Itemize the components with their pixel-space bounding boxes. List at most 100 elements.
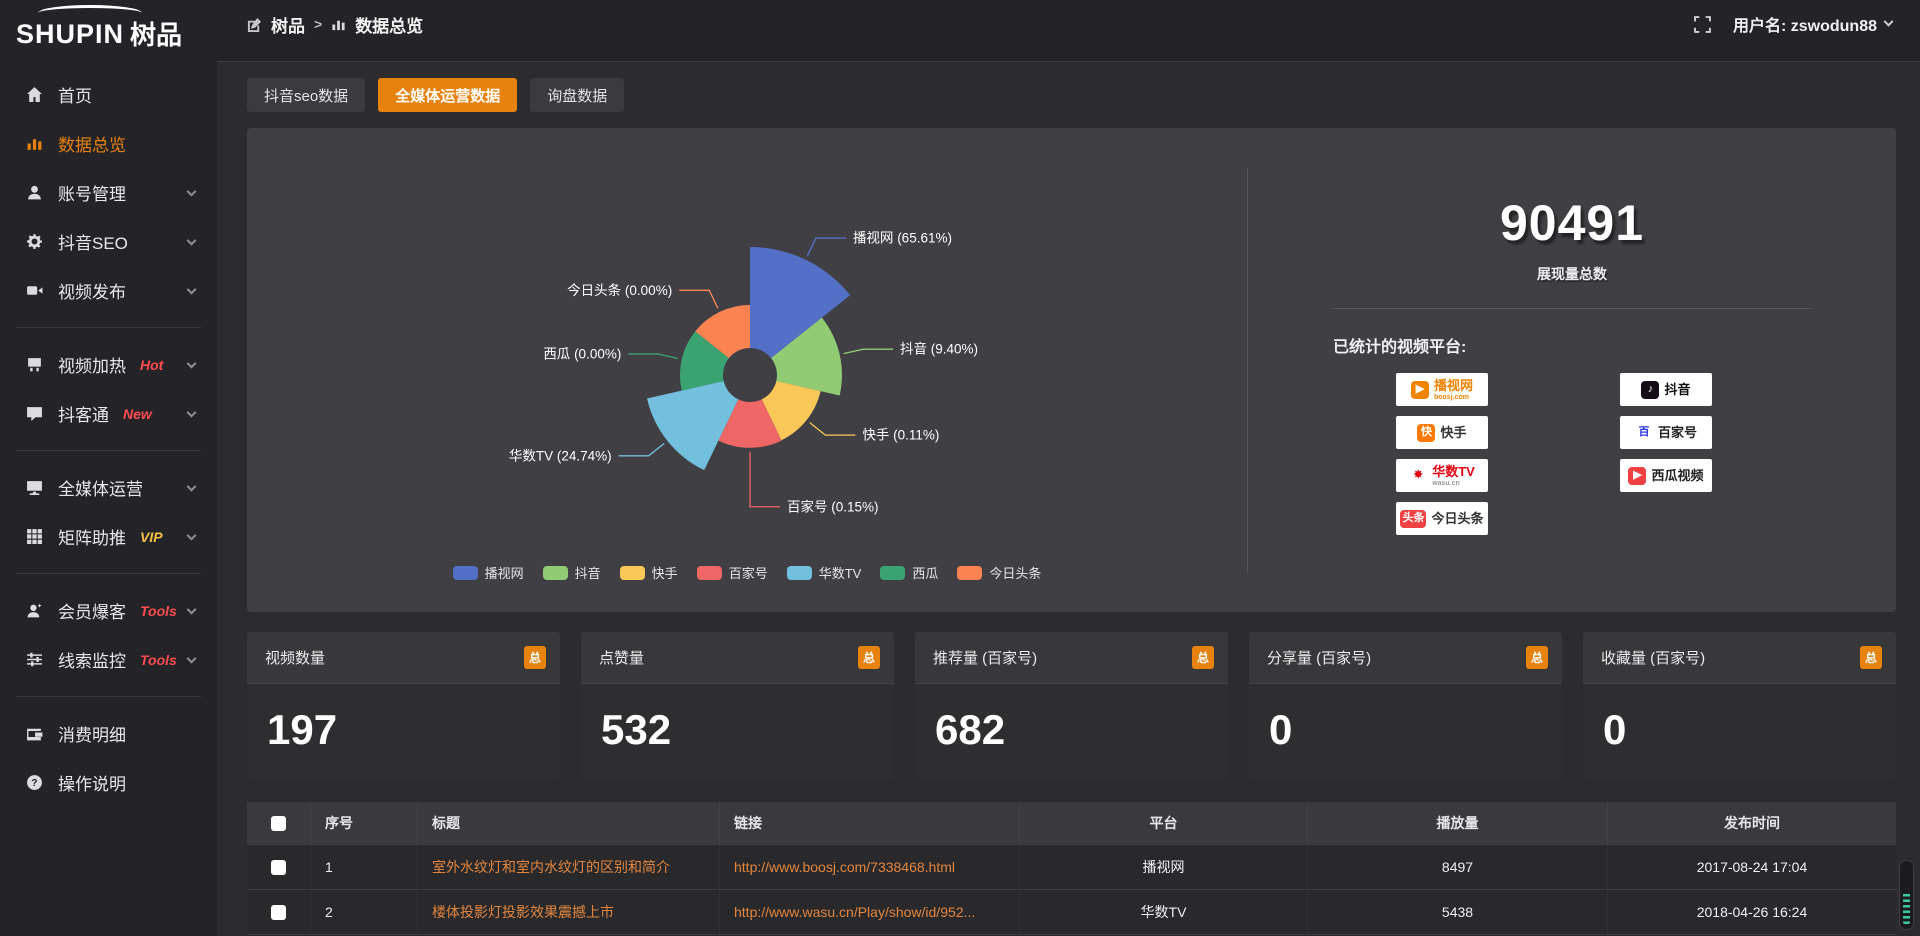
rose-chart-area: 播视网 (65.61%)抖音 (9.40%)快手 (0.11%)百家号 (0.1… — [247, 128, 1247, 612]
video-title-link[interactable]: 室外水纹灯和室内水纹灯的区别和简介 — [418, 845, 720, 889]
row-publish-time: 2017-08-24 17:04 — [1608, 845, 1896, 889]
chevron-down-icon — [187, 358, 197, 368]
legend-item[interactable]: 今日头条 — [957, 563, 1041, 582]
table-row: 2 楼体投影灯投影效果震撼上市 http://www.wasu.cn/Play/… — [247, 889, 1896, 934]
data-tabs: 抖音seo数据 全媒体运营数据 询盘数据 — [247, 78, 1896, 112]
breadcrumb-current[interactable]: 数据总览 — [355, 12, 423, 37]
legend-swatch — [697, 566, 722, 580]
sidebar-item-data-overview[interactable]: 数据总览 — [0, 119, 217, 168]
legend-label: 播视网 — [485, 563, 524, 582]
sidebar-item-label: 账号管理 — [58, 180, 126, 205]
tools-badge: Tools — [140, 652, 177, 668]
platform-name: 快手 — [1440, 426, 1466, 439]
legend-swatch — [620, 566, 645, 580]
pie-slice-label: 华数TV (24.74%) — [509, 448, 612, 463]
scroll-indicator[interactable] — [1899, 860, 1914, 930]
breadcrumb-home[interactable]: 树品 — [271, 12, 305, 37]
total-impressions-value: 90491 — [1248, 194, 1896, 252]
sidebar-item-label: 全媒体运营 — [58, 475, 143, 500]
legend-item[interactable]: 西瓜 — [880, 563, 938, 582]
toutiao-logo-icon: 头条 — [1400, 510, 1426, 528]
pie-slice[interactable] — [647, 381, 738, 470]
sidebar-item-account-management[interactable]: 账号管理 — [0, 168, 217, 217]
legend-label: 今日头条 — [989, 563, 1041, 582]
column-header-title: 标题 — [418, 802, 720, 844]
stat-card-recommendations: 推荐量 (百家号)总 682 — [915, 632, 1228, 780]
sidebar-item-label: 操作说明 — [58, 770, 126, 795]
row-publish-time: 2018-04-26 16:24 — [1608, 890, 1896, 934]
platform-name: 西瓜视频 — [1651, 469, 1703, 482]
legend-swatch — [880, 566, 905, 580]
pie-slice-label: 快手 (0.11%) — [862, 428, 939, 443]
video-url-link[interactable]: http://www.boosj.com/7338468.html — [720, 845, 1020, 889]
label-leader-line — [844, 349, 893, 353]
topbar: 树品 > 数据总览 用户名: zswodun88 — [217, 0, 1920, 62]
stat-value: 0 — [1603, 706, 1896, 754]
tab-inquiry-data[interactable]: 询盘数据 — [530, 78, 624, 112]
legend-item[interactable]: 华数TV — [787, 563, 862, 582]
legend-label: 快手 — [652, 563, 678, 582]
label-leader-line — [750, 452, 780, 507]
video-url-link[interactable]: http://www.wasu.cn/Play/show/id/952... — [720, 890, 1020, 934]
fullscreen-icon[interactable] — [1694, 16, 1711, 33]
stat-value: 682 — [935, 706, 1228, 754]
total-impressions-label: 展现量总数 — [1248, 264, 1896, 284]
label-leader-line — [619, 443, 665, 455]
edit-square-icon — [247, 17, 262, 32]
row-checkbox[interactable] — [271, 860, 286, 875]
sidebar-item-label: 数据总览 — [58, 131, 126, 156]
chart-card: 播视网 (65.61%)抖音 (9.40%)快手 (0.11%)百家号 (0.1… — [247, 128, 1896, 612]
stat-card-likes: 点赞量总 532 — [581, 632, 894, 780]
hot-badge: Hot — [140, 357, 163, 373]
platforms-title: 已统计的视频平台: — [1333, 333, 1896, 357]
chevron-down-icon — [187, 653, 197, 663]
select-all-checkbox[interactable] — [271, 816, 286, 831]
stat-value: 197 — [267, 706, 560, 754]
sliders-icon — [26, 651, 43, 668]
sidebar-item-doketong[interactable]: 抖客通 New — [0, 389, 217, 438]
sidebar-item-label: 消费明细 — [58, 721, 126, 746]
row-index: 2 — [311, 890, 418, 934]
tab-label: 询盘数据 — [547, 85, 607, 106]
tab-label: 全媒体运营数据 — [395, 85, 500, 106]
monitor-icon — [26, 479, 43, 496]
column-header-publish-time: 发布时间 — [1608, 802, 1896, 844]
video-title-link[interactable]: 楼体投影灯投影效果震撼上市 — [418, 890, 720, 934]
chevron-down-icon — [187, 481, 197, 491]
sidebar-item-member-burst[interactable]: 会员爆客 Tools — [0, 586, 217, 635]
sidebar-divider — [16, 696, 201, 697]
sidebar-item-omnimedia-operation[interactable]: 全媒体运营 — [0, 463, 217, 512]
vip-badge: VIP — [140, 529, 163, 545]
sidebar-item-spending-details[interactable]: 消费明细 — [0, 709, 217, 758]
wasu-logo-icon: ✸ — [1409, 467, 1427, 485]
bar-chart-icon — [26, 135, 43, 152]
legend-item[interactable]: 抖音 — [543, 563, 601, 582]
tab-douyin-seo-data[interactable]: 抖音seo数据 — [247, 78, 365, 112]
legend-item[interactable]: 播视网 — [453, 563, 524, 582]
boosj-logo-icon: ▶ — [1411, 381, 1429, 399]
sidebar-item-video-heating[interactable]: 视频加热 Hot — [0, 340, 217, 389]
horizontal-divider — [1332, 308, 1812, 309]
rose-pie-chart[interactable]: 播视网 (65.61%)抖音 (9.40%)快手 (0.11%)百家号 (0.1… — [247, 128, 1247, 612]
sidebar-item-douyin-seo[interactable]: 抖音SEO — [0, 217, 217, 266]
sidebar-item-matrix-boost[interactable]: 矩阵助推 VIP — [0, 512, 217, 561]
stat-card-favorites: 收藏量 (百家号)总 0 — [1583, 632, 1896, 780]
total-badge: 总 — [1192, 646, 1214, 669]
user-menu[interactable]: 用户名: zswodun88 — [1733, 12, 1892, 36]
chevron-down-icon — [187, 284, 197, 294]
legend-item[interactable]: 快手 — [620, 563, 678, 582]
user-icon — [26, 184, 43, 201]
sidebar-item-video-publish[interactable]: 视频发布 — [0, 266, 217, 315]
stat-label: 视频数量 — [265, 647, 325, 668]
sidebar-item-label: 视频发布 — [58, 278, 126, 303]
sidebar-item-home[interactable]: 首页 — [0, 70, 217, 119]
legend-item[interactable]: 百家号 — [697, 563, 768, 582]
svg-text:?: ? — [31, 778, 37, 789]
sidebar-item-instructions[interactable]: ? 操作说明 — [0, 758, 217, 807]
row-checkbox[interactable] — [271, 905, 286, 920]
breadcrumb: 树品 > 数据总览 — [247, 12, 423, 37]
total-badge: 总 — [858, 646, 880, 669]
legend-label: 华数TV — [819, 563, 862, 582]
sidebar-item-lead-monitoring[interactable]: 线索监控 Tools — [0, 635, 217, 684]
tab-omnimedia-data[interactable]: 全媒体运营数据 — [378, 78, 517, 112]
